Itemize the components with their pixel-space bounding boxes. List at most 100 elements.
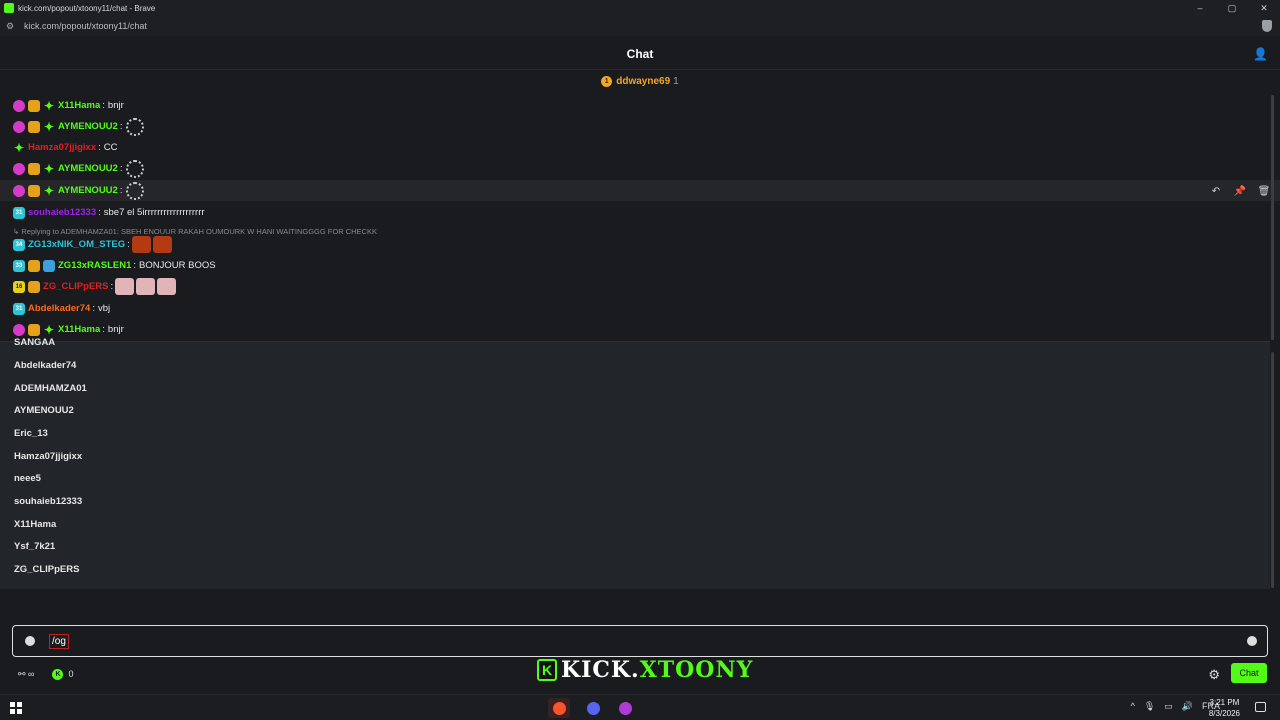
user-list-item[interactable]: Eric_13 — [14, 428, 48, 439]
hand-emote-icon — [115, 278, 135, 295]
user-list-item[interactable]: SANGAA — [14, 337, 55, 348]
emoji-icon[interactable] — [1247, 636, 1257, 646]
og-badge-icon: ✦ — [43, 322, 55, 337]
clock-time: 3:21 PM — [1209, 698, 1240, 707]
windows-taskbar: ^ 🎙 ▭ 🔊 FRA 3:21 PM 8/3/2026 — [0, 694, 1280, 720]
sub-months-badge-icon: 16 — [13, 280, 25, 293]
kick-points-icon: K — [52, 668, 64, 680]
settings-link-icon[interactable]: ⚯ ∞ — [18, 669, 34, 680]
message-username[interactable]: ZG13xNIK_OM_STEG — [28, 239, 125, 250]
crown-badge-icon — [28, 120, 40, 133]
top-gifter[interactable]: 1 ddwayne69 1 — [0, 72, 1280, 90]
message-username[interactable]: Abdelkader74 — [28, 303, 90, 314]
send-chat-button[interactable]: Chat — [1231, 663, 1267, 683]
user-list-item[interactable]: X11Hama — [14, 519, 56, 530]
message-username[interactable]: AYMENOUU2 — [58, 121, 118, 132]
chat-input-value[interactable]: /og — [49, 633, 69, 649]
chat-message-hovered[interactable]: ✦ AYMENOUU2: — [0, 180, 1280, 201]
gifter-count: 1 — [673, 75, 679, 87]
message-username[interactable]: ZG13xRASLEN1 — [58, 260, 131, 271]
windows-start-icon[interactable] — [10, 702, 22, 714]
subscriber-badge-icon — [13, 323, 25, 336]
reply-context[interactable]: ↳ Replying to ADEMHAMZA01: SBEH ENOUUR R… — [13, 227, 377, 236]
sub-months-badge-icon: 34 — [13, 238, 25, 251]
shield-icon[interactable] — [25, 636, 35, 646]
message-username[interactable]: Hamza07jjigixx — [28, 142, 96, 153]
message-text: vbj — [97, 303, 111, 314]
user-list-scrollbar[interactable] — [1271, 352, 1274, 588]
system-clock[interactable]: 3:21 PM 8/3/2026 — [1209, 697, 1240, 719]
user-list-item[interactable]: ADEMHAMZA01 — [14, 383, 87, 394]
message-username[interactable]: X11Hama — [58, 100, 100, 111]
message-username[interactable]: ZG_CLIPpERS — [43, 281, 108, 292]
chat-message[interactable]: ✦ AYMENOUU2: — [0, 158, 1280, 179]
site-info-icon[interactable]: ⚙ — [6, 21, 16, 32]
message-username[interactable]: souhaieb12333 — [28, 207, 96, 218]
browser-title-bar: kick.com/popout/xtoony11/chat - Brave – … — [0, 0, 1280, 16]
user-list-item[interactable]: ZG_CLIPpERS — [14, 564, 79, 575]
kick-favicon-icon — [4, 3, 14, 13]
fire-emote-icon — [131, 236, 151, 253]
notification-icon[interactable] — [1255, 702, 1266, 712]
hand-emote-icon — [157, 278, 177, 295]
network-icon[interactable]: ▭ — [1164, 701, 1173, 712]
crown-badge-icon — [28, 259, 40, 272]
crown-badge-icon — [28, 323, 40, 336]
user-list-item[interactable]: Hamza07jjigixx — [14, 451, 82, 462]
chevron-up-icon[interactable]: ^ — [1131, 701, 1135, 712]
volume-icon[interactable]: 🔊 — [1182, 701, 1193, 712]
chat-input[interactable]: /og — [12, 625, 1268, 657]
og-badge-icon: ✦ — [43, 161, 55, 176]
chat-message[interactable]: ✦ X11Hama: bnjr — [0, 319, 1280, 340]
system-tray[interactable]: ^ 🎙 ▭ 🔊 FRA — [1131, 701, 1220, 712]
users-icon[interactable]: 👤 — [1253, 47, 1268, 61]
chat-message[interactable]: 16 ZG_CLIPpERS: — [0, 276, 1280, 297]
message-text: BONJOUR BOOS — [139, 260, 216, 271]
chat-message[interactable]: ✦ Hamza07jjigixx: CC — [0, 137, 1280, 158]
message-username[interactable]: AYMENOUU2 — [58, 185, 118, 196]
mention-user-list: SANGAA Abdelkader74 ADEMHAMZA01 AYMENOUU… — [0, 337, 1270, 589]
reply-icon[interactable]: ↶ — [1204, 182, 1228, 200]
address-bar[interactable]: ⚙ kick.com/popout/xtoony11/chat — [0, 16, 1280, 36]
chat-message[interactable]: ✦ X11Hama: bnjr — [0, 95, 1280, 116]
chat-message[interactable]: 31 souhaieb12333: sbe7 el 5irrrrrrrrrrrr… — [0, 202, 1280, 223]
chat-message[interactable]: 33 ZG13xRASLEN1: BONJOUR BOOS — [0, 255, 1280, 276]
pin-icon[interactable]: 📌 — [1228, 182, 1252, 200]
window-controls: – ▢ ✕ — [1184, 0, 1280, 16]
crown-badge-icon — [28, 162, 40, 175]
og-badge-icon: ✦ — [43, 119, 55, 134]
user-list-item[interactable]: neee5 — [14, 473, 41, 484]
maximize-button[interactable]: ▢ — [1216, 0, 1248, 16]
spotify-taskbar-icon[interactable] — [614, 698, 636, 718]
close-button[interactable]: ✕ — [1248, 0, 1280, 16]
user-list-item[interactable]: Ysf_7k21 — [14, 541, 55, 552]
message-username[interactable]: X11Hama — [58, 324, 100, 335]
user-list-item[interactable]: souhaieb12333 — [14, 496, 82, 507]
og-badge-icon: ✦ — [13, 140, 25, 155]
brave-taskbar-icon[interactable] — [548, 698, 570, 718]
user-list-item[interactable]: AYMENOUU2 — [14, 405, 74, 416]
sub-months-badge-icon: 31 — [13, 302, 25, 315]
chat-message[interactable]: 31 Abdelkader74: vbj — [0, 298, 1280, 319]
url-text[interactable]: kick.com/popout/xtoony11/chat — [24, 21, 147, 31]
mic-icon[interactable]: 🎙 — [1144, 701, 1155, 712]
chat-message[interactable]: ✦ AYMENOUU2: — [0, 116, 1280, 137]
brave-shield-icon[interactable] — [1262, 20, 1272, 32]
gifter-rank-icon: 1 — [601, 75, 613, 87]
kick-logo-icon: K — [537, 659, 557, 681]
message-text: CC — [103, 142, 118, 153]
user-list-item[interactable]: Abdelkader74 — [14, 360, 76, 371]
message-actions: ↶ 📌 🗑 — [1204, 182, 1276, 200]
chat-message[interactable]: 34 ZG13xNIK_OM_STEG: — [0, 234, 1280, 255]
discord-taskbar-icon[interactable] — [582, 698, 604, 718]
minimize-button[interactable]: – — [1184, 0, 1216, 16]
loading-emote-icon — [126, 159, 145, 178]
overlay-watermark: KICK.XTOONY — [561, 657, 753, 683]
chat-scrollbar[interactable] — [1271, 95, 1274, 340]
subscriber-badge-icon — [13, 99, 25, 112]
og-badge-icon: ✦ — [43, 183, 55, 198]
subscriber-badge-icon — [13, 162, 25, 175]
message-username[interactable]: AYMENOUU2 — [58, 163, 118, 174]
gifter-name[interactable]: ddwayne69 — [616, 76, 670, 87]
gear-icon[interactable]: ⚙ — [1208, 667, 1220, 683]
